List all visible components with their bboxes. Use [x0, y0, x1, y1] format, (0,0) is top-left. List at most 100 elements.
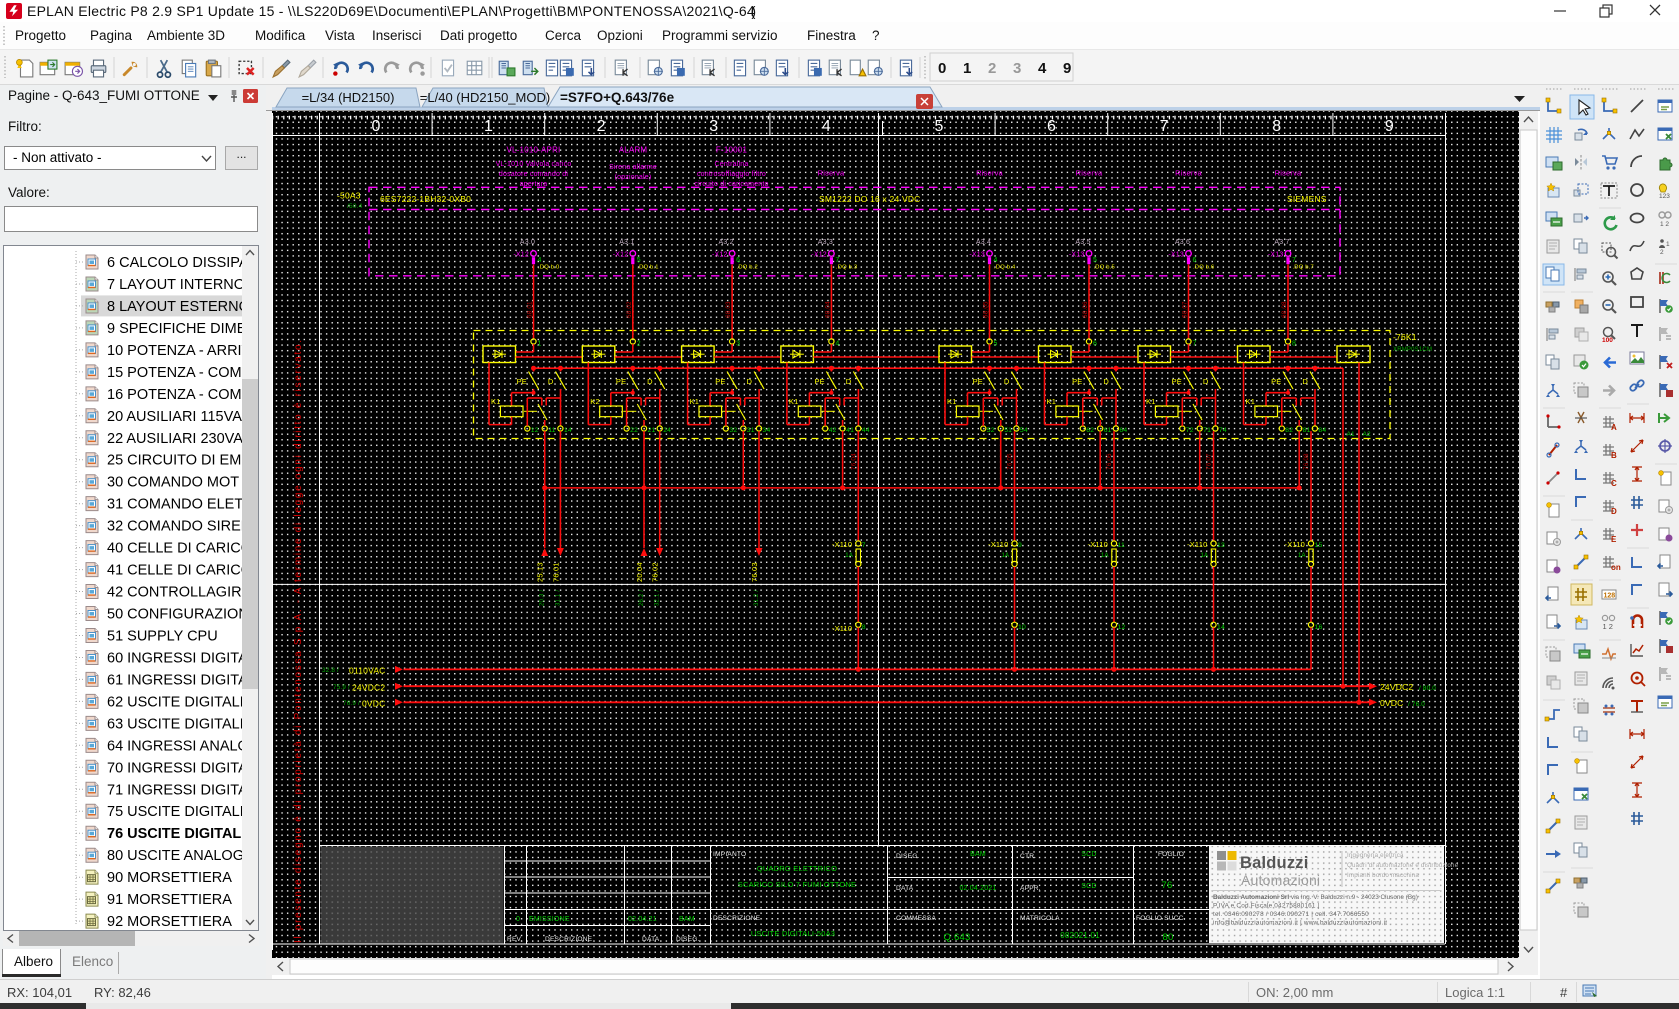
svg-text:PE: PE [616, 377, 626, 386]
svg-text:10: 10 [1018, 624, 1026, 631]
svg-text:APPR.: APPR. [1020, 885, 1041, 892]
svg-text:5: 5 [994, 341, 998, 348]
svg-text:Riserva: Riserva [1175, 169, 1202, 178]
svg-text:.DQ b.2: .DQ b.2 [737, 265, 758, 271]
svg-text:XRMP0S1CM: XRMP0S1CM [1393, 347, 1432, 353]
svg-text:PE: PE [1072, 377, 1082, 386]
svg-text:E: E [1611, 535, 1617, 544]
svg-text:-X110: -X110 [1088, 540, 1108, 549]
svg-text:76.02: 76.02 [651, 562, 660, 582]
svg-text:.DQ b.7: .DQ b.7 [1293, 265, 1314, 271]
svg-text:4: 4 [835, 341, 839, 348]
svg-text:70 INGRESSI DIGITA: 70 INGRESSI DIGITA [107, 760, 248, 776]
svg-text:4: 4 [538, 257, 542, 264]
svg-text:32.8 /: 32.8 / [322, 667, 339, 674]
svg-text:80 USCITE ANALOGI: 80 USCITE ANALOGI [107, 848, 248, 864]
svg-text:on: on [1611, 563, 1621, 572]
svg-text:DISEG.: DISEG. [676, 936, 700, 943]
svg-text:42: 42 [829, 427, 837, 434]
svg-text:9 SPECIFICHE DIMEN: 9 SPECIFICHE DIMEN [107, 321, 257, 337]
svg-text:71 INGRESSI DIGITA: 71 INGRESSI DIGITA [107, 782, 248, 798]
svg-text:32.1 /: 32.1 / [655, 590, 661, 606]
svg-text:2: 2 [1660, 249, 1664, 256]
svg-text:21: 21 [648, 427, 656, 434]
svg-text:63 USCITE DIGITALI: 63 USCITE DIGITALI [107, 716, 244, 732]
svg-text:68.02: 68.02 [626, 301, 633, 318]
svg-text:61: 61 [1104, 427, 1112, 434]
svg-text:FOGLIO SUCC.: FOGLIO SUCC. [1136, 915, 1186, 922]
svg-text:50 CONFIGURAZION: 50 CONFIGURAZION [107, 607, 249, 623]
svg-text:76.06: 76.06 [1106, 453, 1113, 470]
svg-text:0: 0 [371, 118, 380, 135]
svg-text:32: 32 [729, 427, 737, 434]
svg-text:8: 8 [1292, 341, 1296, 348]
svg-text:7 LAYOUT INTERNO: 7 LAYOUT INTERNO [107, 277, 245, 293]
svg-text:68.03: 68.03 [725, 301, 732, 318]
svg-text:K1: K1 [947, 397, 957, 406]
svg-text:52: 52 [987, 427, 995, 434]
svg-text:76.07: 76.07 [1206, 453, 1213, 470]
svg-text:D: D [1203, 377, 1209, 386]
svg-text:DATA: DATA [642, 936, 660, 943]
svg-text:.DQ b.6: .DQ b.6 [1193, 265, 1214, 271]
svg-text:3: 3 [736, 341, 740, 348]
svg-text:D: D [746, 377, 752, 386]
svg-text:13: 13 [1217, 542, 1225, 549]
svg-text:5: 5 [1093, 257, 1097, 264]
svg-text:68.04: 68.04 [824, 301, 831, 318]
svg-text:24VDC2: 24VDC2 [1380, 682, 1413, 692]
svg-text:32 COMANDO SIREN: 32 COMANDO SIREN [107, 519, 251, 535]
svg-text:02.04.21: 02.04.21 [628, 916, 657, 923]
svg-text:Balduzzi: Balduzzi [1240, 854, 1309, 872]
svg-text:15 POTENZA - COM: 15 POTENZA - COM [107, 365, 242, 381]
svg-text:A3.4: A3.4 [976, 239, 991, 246]
svg-text:22: 22 [630, 427, 638, 434]
svg-text:D: D [1004, 377, 1010, 386]
svg-text:15: 15 [1315, 542, 1323, 549]
svg-text:K1: K1 [690, 397, 700, 406]
svg-text:14: 14 [564, 427, 572, 434]
svg-text:123: 123 [1659, 193, 1670, 200]
svg-text:MATRICOLA: MATRICOLA [1020, 915, 1060, 922]
svg-text:68.06: 68.06 [1082, 301, 1089, 318]
svg-text:24VDC2: 24VDC2 [352, 683, 385, 693]
svg-text:.DQ b.0: .DQ b.0 [538, 265, 559, 271]
svg-text:SCARICO SILO 7 FUMI OTTONE: SCARICO SILO 7 FUMI OTTONE [738, 880, 856, 889]
svg-text:P.IVA e Cod.Fiscale 0427588016: P.IVA e Cod.Fiscale 04275880161 | [1213, 903, 1320, 910]
svg-text:(opzionale): (opzionale) [615, 174, 652, 181]
svg-text:60 INGRESSI DIGITA: 60 INGRESSI DIGITA [107, 651, 248, 667]
svg-text:Quadri di automazione e distri: Quadri di automazione e distribuzione [1347, 862, 1459, 869]
svg-text:apertura: apertura [520, 181, 548, 188]
svg-text:/50.4: /50.4 [347, 203, 363, 210]
svg-text:-X13: -X13 [1268, 252, 1284, 259]
svg-text:.DQ b.3: .DQ b.3 [836, 265, 857, 271]
svg-text:-50A3: -50A3 [337, 191, 361, 201]
svg-text:A2: A2 [1363, 431, 1372, 438]
svg-text:20.3 /: 20.3 / [540, 590, 546, 606]
svg-text:24: 24 [663, 427, 671, 434]
svg-text:0: 0 [516, 916, 520, 923]
svg-text:1 2: 1 2 [1603, 622, 1613, 631]
svg-text:76.01: 76.01 [551, 562, 560, 582]
svg-text:2: 2 [637, 341, 641, 348]
svg-text:16 POTENZA - COM: 16 POTENZA - COM [107, 387, 242, 403]
svg-text:64: 64 [1119, 427, 1127, 434]
svg-text:84: 84 [1318, 427, 1326, 434]
svg-text:5: 5 [934, 118, 943, 135]
svg-text:75.9 /: 75.9 / [333, 684, 350, 691]
svg-text:D: D [647, 377, 653, 386]
svg-text:D: D [548, 377, 554, 386]
svg-text:54: 54 [1020, 427, 1028, 434]
svg-text:20 AUSILIARI 115VA: 20 AUSILIARI 115VA [107, 409, 242, 425]
svg-text:76.04: 76.04 [850, 453, 857, 470]
svg-text:PE: PE [973, 377, 983, 386]
svg-text:51 SUPPLY CPU: 51 SUPPLY CPU [107, 629, 218, 645]
svg-text:6: 6 [736, 257, 740, 264]
svg-text:SCD: SCD [1081, 851, 1096, 858]
svg-text:-X110: -X110 [832, 624, 852, 633]
svg-text:K1: K1 [1146, 397, 1156, 406]
svg-text:31 COMANDO ELET: 31 COMANDO ELET [107, 497, 243, 513]
svg-text:.DQ b.5: .DQ b.5 [1094, 265, 1115, 271]
svg-text:1A: 1A [1101, 553, 1109, 559]
svg-text:K1: K1 [1047, 397, 1057, 406]
